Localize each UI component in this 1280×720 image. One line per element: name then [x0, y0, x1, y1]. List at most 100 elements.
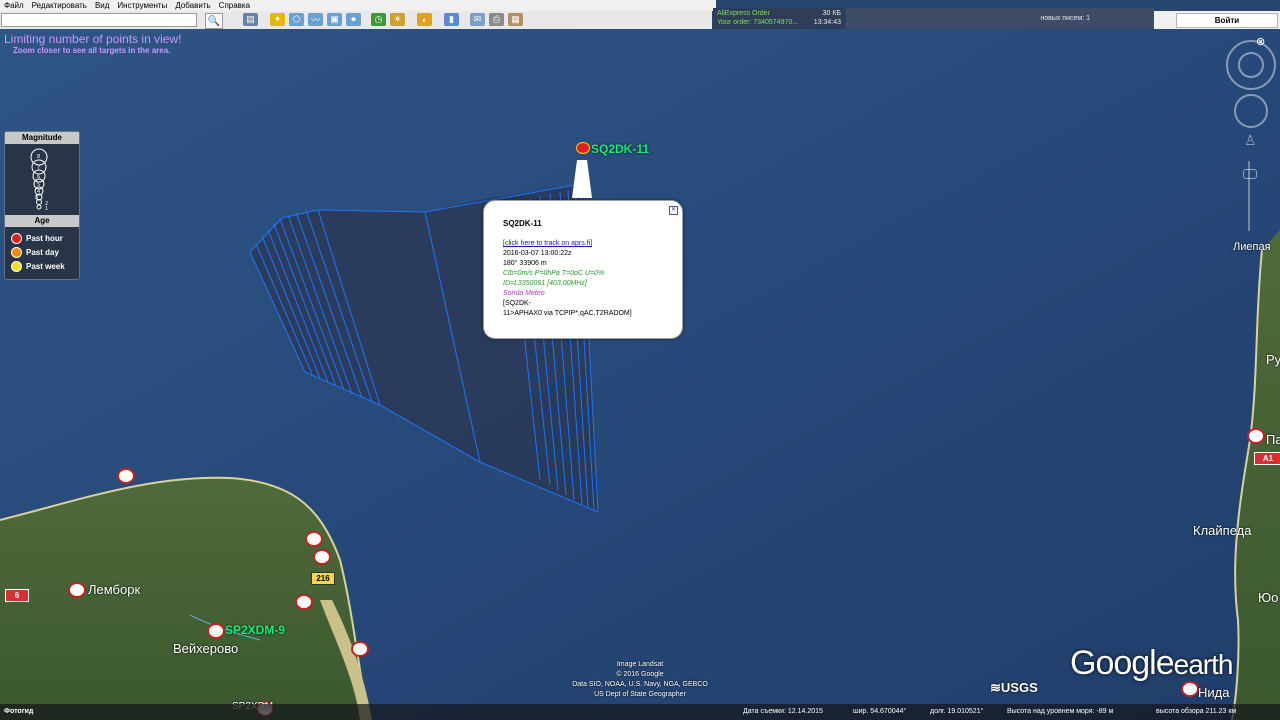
mag-6: 6: [37, 174, 40, 180]
info-balloon: ✕ SQ2DK-11 [click here to track on aprs.…: [483, 200, 683, 339]
place-partial-ru: Ру: [1266, 352, 1280, 367]
place-liepaja: Лиепая: [1233, 241, 1271, 253]
magnitude-legend: Magnitude 8 7 6 5 4 3 2 1 Age Past hour …: [4, 131, 80, 280]
mag-3: 3: [35, 195, 38, 201]
station-label-sp2xdm9[interactable]: SP2XDM-9: [225, 623, 285, 637]
station-marker[interactable]: [207, 623, 225, 639]
menu-add[interactable]: Добавить: [175, 1, 210, 10]
station-marker[interactable]: [117, 468, 135, 484]
place-wejherowo: Вейхерово: [173, 641, 239, 656]
planet-icon[interactable]: ◐: [417, 13, 432, 26]
earth-map-view[interactable]: Limiting number of points in view! Zoom …: [0, 29, 1280, 720]
road-sign-a1: A1: [1254, 452, 1280, 465]
legend-past-hour: Past hour: [11, 233, 63, 244]
status-bar: Фотогид Дата съемки: 12.14.2015 шир. 54.…: [0, 704, 1280, 720]
street-view-icon[interactable]: ♙: [1244, 132, 1257, 152]
close-icon[interactable]: ✕: [669, 206, 678, 215]
attribution-state: US Dept of State Geographer: [594, 691, 686, 698]
search-button[interactable]: 🔍: [205, 13, 223, 29]
polygon-icon[interactable]: ⬠: [289, 13, 304, 26]
menu-view[interactable]: Вид: [95, 1, 109, 10]
north-compass-icon[interactable]: [1238, 52, 1264, 78]
station-marker[interactable]: [1247, 428, 1265, 444]
sun-icon[interactable]: ☀: [390, 13, 405, 26]
magnitude-circles-icon: 8 7 6 5 4 3 2 1: [30, 148, 48, 212]
legend-past-week: Past week: [11, 261, 65, 272]
balloon-id: ID=L3350091 [403.00MHz]: [503, 280, 587, 287]
balloon-station-icon[interactable]: [576, 142, 590, 154]
search-input[interactable]: [1, 13, 197, 27]
attribution-landsat: Image Landsat: [616, 661, 664, 668]
road-sign-216: 216: [311, 572, 335, 585]
path-icon[interactable]: 〰: [308, 13, 323, 26]
sidebar-toggle-icon[interactable]: ▤: [243, 13, 258, 26]
usgs-logo: ≋USGS: [990, 680, 1038, 695]
age-legend: Age Past hour Past day Past week: [5, 215, 79, 272]
balloon-datetime: 2016-03-07 13:00:22z: [503, 250, 572, 257]
print-icon[interactable]: ⎙: [489, 13, 504, 26]
menu-bar: Файл Редактировать Вид Инструменты Добав…: [0, 0, 716, 11]
yellow-dot-icon: [11, 261, 22, 272]
station-marker[interactable]: [305, 531, 323, 547]
mag-5: 5: [37, 182, 40, 188]
notification-popup[interactable]: AliExpress Order Your order: 7340574970.…: [713, 8, 845, 29]
station-marker[interactable]: [1181, 681, 1199, 697]
station-label-sq2dk[interactable]: SQ2DK-11: [591, 142, 649, 156]
station-marker[interactable]: [351, 641, 369, 657]
overlay-icon[interactable]: ▣: [327, 13, 342, 26]
placemark-icon[interactable]: ✦: [270, 13, 285, 26]
place-klaipeda: Клайпеда: [1193, 523, 1252, 538]
balloon-course: 180° 33906 m: [503, 260, 547, 267]
station-marker[interactable]: [68, 582, 86, 598]
notification-size: 30 КБ: [822, 10, 841, 17]
email-icon[interactable]: ✉: [470, 13, 485, 26]
mag-8: 8: [37, 154, 40, 160]
balloon-path-2: 11>APHAX0 via TCPIP*,qAC,T2RADOM]: [503, 310, 632, 317]
place-partial-yu: Юо: [1258, 590, 1279, 605]
menu-tools[interactable]: Инструменты: [117, 1, 167, 10]
magnitude-title: Magnitude: [5, 132, 79, 144]
limit-warning-title: Limiting number of points in view!: [4, 32, 182, 46]
map-terrain: [0, 29, 1280, 720]
toolbar: 🔍 ▤ ✦ ⬠ 〰 ▣ ⏺ ◷ ☀ ◐ ▮ ✉ ⎙ ▦: [0, 11, 712, 30]
menu-help[interactable]: Справка: [219, 1, 250, 10]
move-joystick[interactable]: [1234, 94, 1268, 128]
balloon-type: Sonda Meteo: [503, 290, 545, 297]
attribution-google: © 2016 Google: [616, 671, 664, 678]
longitude-readout: долг. 19.010521°: [930, 708, 984, 715]
notification-subject: Your order: 7340574970...: [717, 19, 799, 26]
menu-edit[interactable]: Редактировать: [32, 1, 87, 10]
red-dot-icon: [11, 233, 22, 244]
balloon-sensor: Clb=0m/s P=0hPa T=0oC U=0%: [503, 270, 605, 277]
login-bar: Войти: [1154, 11, 1280, 29]
menu-file[interactable]: Файл: [4, 1, 24, 10]
latitude-readout: шир. 54.670044°: [853, 708, 907, 715]
login-button[interactable]: Войти: [1176, 13, 1278, 28]
zoom-slider-handle[interactable]: [1243, 169, 1257, 179]
legend-past-day: Past day: [11, 247, 59, 258]
place-partial-pa: Па: [1266, 432, 1280, 447]
station-marker[interactable]: [295, 594, 313, 610]
mail-count-text: новых писем: 1: [1040, 15, 1090, 22]
fullscreen-icon[interactable]: ⊗: [1256, 35, 1265, 48]
road-sign-6: 6: [5, 589, 29, 602]
eye-altitude-readout: высота обзора 211.23 км: [1156, 708, 1237, 715]
tour-icon[interactable]: ⏺: [346, 13, 361, 26]
station-marker[interactable]: [313, 549, 331, 565]
elevation-readout: Высота над уровнем моря: -89 м: [1007, 708, 1114, 715]
mag-7: 7: [37, 165, 40, 171]
balloon-path-1: [SQ2DK-: [503, 300, 532, 307]
track-link[interactable]: [click here to track on aprs.fi]: [503, 240, 592, 247]
maps-icon[interactable]: ▦: [508, 13, 523, 26]
photo-guide-button[interactable]: Фотогид: [4, 708, 33, 715]
limit-warning-subtitle: Zoom closer to see all targets in the ar…: [13, 46, 171, 55]
history-icon[interactable]: ◷: [371, 13, 386, 26]
imagery-date: Дата съемки: 12.14.2015: [743, 708, 823, 715]
balloon-title: SQ2DK-11: [503, 219, 542, 228]
place-nida: Нида: [1198, 685, 1230, 700]
mail-counter-bar: новых писем: 1: [846, 8, 1154, 29]
orange-dot-icon: [11, 247, 22, 258]
ruler-icon[interactable]: ▮: [444, 13, 459, 26]
search-icon: 🔍: [207, 15, 221, 27]
notification-time: 13:34:43: [813, 19, 841, 26]
